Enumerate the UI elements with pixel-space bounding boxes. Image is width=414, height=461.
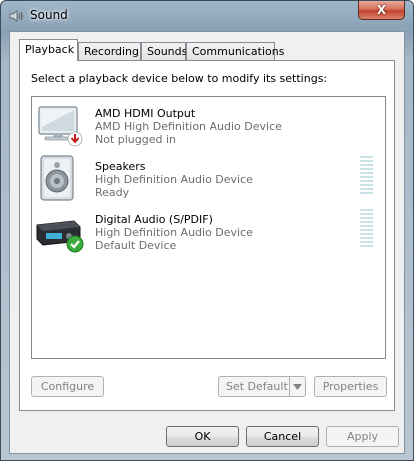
monitor-icon	[38, 106, 83, 147]
volume-meter	[360, 209, 373, 249]
device-status: Ready	[95, 186, 130, 199]
device-name: AMD HDMI Output	[95, 107, 196, 120]
properties-button[interactable]: Properties	[314, 376, 387, 397]
sound-app-icon	[9, 10, 23, 22]
playback-panel: Select a playback device below to modify…	[19, 60, 395, 411]
device-status: Not plugged in	[95, 133, 177, 146]
ok-button[interactable]: OK	[166, 426, 239, 447]
device-item-speakers[interactable]: Speakers High Definition Audio Device Re…	[32, 152, 385, 204]
cancel-button[interactable]: Cancel	[246, 426, 319, 447]
device-item-hdmi[interactable]: AMD HDMI Output AMD High Definition Audi…	[32, 99, 385, 151]
device-driver: AMD High Definition Audio Device	[95, 120, 282, 133]
close-button[interactable]: X	[358, 1, 405, 20]
dialog-body: Playback Recording Sounds Communications…	[9, 31, 405, 454]
set-default-label: Set Default	[226, 380, 288, 393]
device-status: Default Device	[95, 239, 177, 252]
device-driver: High Definition Audio Device	[95, 226, 253, 239]
close-icon: X	[376, 3, 387, 17]
chevron-down-icon[interactable]	[289, 377, 305, 396]
tab-playback[interactable]: Playback	[19, 39, 78, 61]
green-check-icon	[66, 235, 84, 253]
title-bar[interactable]: Sound X	[1, 1, 413, 31]
tab-communications[interactable]: Communications	[186, 42, 284, 60]
speaker-icon	[40, 155, 74, 201]
volume-meter	[360, 156, 373, 196]
instruction-text: Select a playback device below to modify…	[31, 72, 328, 85]
apply-button[interactable]: Apply	[326, 426, 399, 447]
configure-button[interactable]: Configure	[31, 376, 104, 397]
set-default-button[interactable]: Set Default	[218, 376, 306, 397]
device-item-digital-audio[interactable]: Digital Audio (S/PDIF) High Definition A…	[32, 205, 385, 257]
tab-recording[interactable]: Recording	[78, 42, 141, 60]
device-driver: High Definition Audio Device	[95, 173, 253, 186]
sound-dialog: Sound X Playback Recording Sounds Commun…	[0, 0, 414, 461]
window-title: Sound	[30, 8, 68, 22]
digital-audio-receiver-icon	[36, 220, 84, 253]
tab-sounds[interactable]: Sounds	[141, 42, 187, 60]
device-list[interactable]: AMD HDMI Output AMD High Definition Audi…	[31, 96, 386, 359]
device-name: Digital Audio (S/PDIF)	[95, 213, 213, 226]
device-name: Speakers	[95, 160, 146, 173]
